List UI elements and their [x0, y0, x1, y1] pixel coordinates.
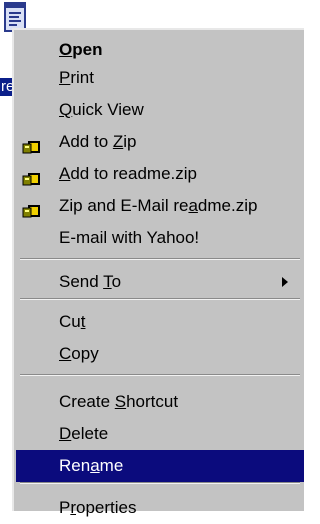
menu-item-label: Send To: [59, 272, 122, 291]
menu-item-label: Properties: [59, 498, 137, 517]
menu-item-label: Copy: [59, 344, 99, 363]
menu-item-copy[interactable]: Copy: [16, 338, 304, 370]
context-menu: Open Print Quick View Add to Zip Add to read…: [12, 28, 304, 517]
menu-item-label: Add to Zip: [59, 132, 137, 151]
menu-item-e-mail-with-yahoo[interactable]: E-mail with Yahoo!: [16, 222, 304, 254]
menu-item-quick-view[interactable]: Quick View: [16, 94, 304, 126]
menu-item-add-to-readme-zip[interactable]: Add to readme.zip: [16, 158, 304, 190]
menu-item-label: Rename: [59, 456, 124, 475]
menu-item-send-to[interactable]: Send To: [16, 266, 304, 298]
submenu-arrow-icon: [282, 277, 288, 287]
menu-item-delete[interactable]: Delete: [16, 418, 304, 450]
winzip-icon: [22, 134, 42, 154]
menu-item-label: Create Shortcut: [59, 392, 179, 411]
menu-item-label: Add to readme.zip: [59, 164, 197, 183]
menu-item-zip-and-e-mail-readme-zip[interactable]: Zip and E-Mail readme.zip: [16, 190, 304, 222]
winzip-icon: [22, 198, 42, 218]
menu-item-label: Cut: [59, 312, 86, 331]
menu-item-label: Zip and E-Mail readme.zip: [59, 196, 258, 215]
menu-item-add-to-zip[interactable]: Add to Zip: [16, 126, 304, 158]
menu-item-label: E-mail with Yahoo!: [59, 228, 200, 247]
menu-item-label: Quick View: [59, 100, 144, 119]
menu-separator: [20, 298, 300, 300]
menu-item-cut[interactable]: Cut: [16, 306, 304, 338]
menu-separator: [20, 482, 300, 484]
menu-item-print[interactable]: Print: [16, 62, 304, 94]
menu-separator: [20, 374, 300, 376]
menu-item-label: Delete: [59, 424, 109, 443]
menu-item-properties[interactable]: Properties: [16, 492, 304, 524]
menu-separator: [20, 258, 300, 260]
menu-item-rename[interactable]: Rename: [16, 450, 304, 482]
menu-item-create-shortcut[interactable]: Create Shortcut: [16, 386, 304, 418]
winzip-icon: [22, 166, 42, 186]
menu-item-label: Print: [59, 68, 94, 87]
